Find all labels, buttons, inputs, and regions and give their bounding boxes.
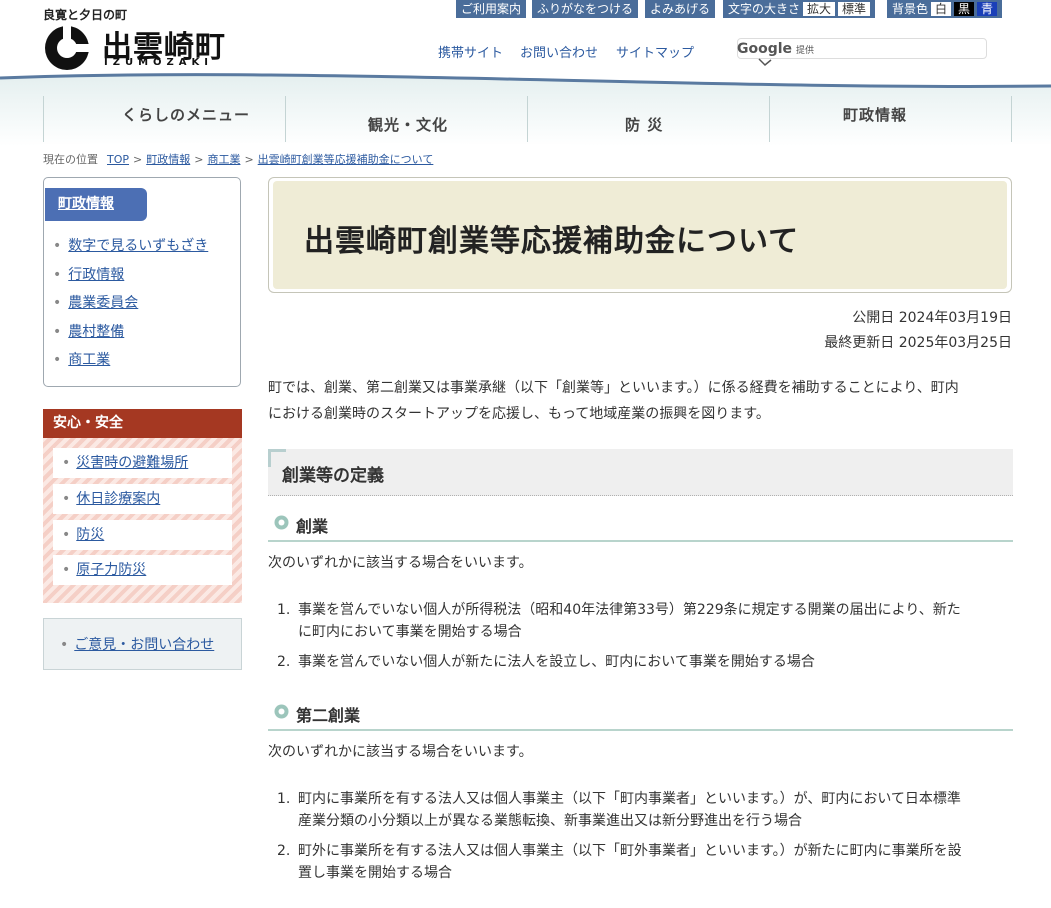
bg-color-control: 背景色白黒青 [887,0,1003,18]
sidebar-safety-heading: 安心・安全 [43,409,242,438]
town-logo-icon[interactable] [43,24,93,72]
circle-bullet-icon [274,515,289,530]
list-number: 2. [277,654,291,670]
list-text: 事業を営んでいない個人が新たに法人を設立し、町内において事業を開始する場合 [298,654,815,670]
sidebar-item-administration-info[interactable]: 行政情報 [68,267,124,283]
breadcrumb-separator: > [133,153,143,166]
intro-paragraph: 町では、創業、第二創業又は事業承継（以下「創業等」といいます。）に係る経費を補助… [268,375,1013,427]
intro-line: における創業時のスタートアップを応援し、もって地域産業の振興を図ります。 [268,406,770,422]
list-item: 2. 町外に事業所を有する法人又は個人事業主（以下「町外事業者」といいます。）が… [277,840,1013,884]
nav-divider [285,96,286,142]
nav-divider [769,96,770,142]
startup-lead: 次のいずれかに該当する場合をいいます。 [268,555,533,571]
guide-button[interactable]: ご利用案内 [456,0,527,18]
sidebar-item-agriculture-committee[interactable]: 農業委員会 [68,295,138,311]
nav-divider [1011,96,1012,142]
sidebar-item-commerce[interactable]: 商工業 [68,352,110,368]
search-provider-suffix: 提供 [796,46,815,56]
updated-date: 最終更新日 2025年03月25日 [824,335,1012,351]
sidebar-item: 防災 [53,520,232,550]
subheading-underline [268,701,1013,731]
font-size-large-button[interactable]: 拡大 [803,2,836,16]
list-text: 町外に事業所を有する法人又は個人事業主（以下「町外事業者」といいます。）が新たに… [298,843,962,859]
sidebar-item: 災害時の避難場所 [53,448,232,478]
furigana-button[interactable]: ふりがなをつける [532,0,639,18]
sidebar-item: 行政情報 [53,264,208,293]
sidebar-item-disaster-prevention[interactable]: 防災 [76,527,104,543]
sidebar-item: 原子力防災 [53,555,232,585]
sidebar-admin-heading[interactable]: 町政情報 [45,188,147,221]
list-number: 1. [277,791,291,807]
breadcrumb-label: 現在の位置 [43,153,98,166]
breadcrumb-commerce[interactable]: 商工業 [207,153,240,166]
list-number: 1. [277,602,291,618]
nav-living-menu[interactable]: くらしのメニュー [122,104,250,125]
section-heading: 創業等の定義 [282,466,384,486]
sidebar-item-evacuation-sites[interactable]: 災害時の避難場所 [76,455,188,471]
bg-black-button[interactable]: 黒 [954,2,975,16]
read-aloud-button[interactable]: よみあげる [645,0,716,18]
list-text: 町内に事業所を有する法人又は個人事業主（以下「町内事業者」といいます。）が、町内… [298,791,961,807]
font-size-control: 文字の大きさ 拡大 標準 [723,0,876,18]
mobile-site-link[interactable]: 携帯サイト [438,42,503,61]
sidebar-item-statistics[interactable]: 数字で見るいずもざき [68,238,208,254]
sidebar-admin-list: 数字で見るいずもざき 行政情報 農業委員会 農村整備 商工業 [53,235,208,378]
nav-disaster-prevention[interactable]: 防 災 [625,114,663,135]
bg-white-button[interactable]: 白 [931,2,952,16]
subheading-startup: 創業 [296,517,329,536]
sidebar-item-nuclear-prevention[interactable]: 原子力防災 [76,562,146,578]
sidebar-item: 農村整備 [53,321,208,350]
breadcrumb: 現在の位置 TOP > 町政情報 > 商工業 > 出雲崎町創業等応援補助金について [43,151,435,167]
sitemap-link[interactable]: サイトマップ [616,42,694,61]
nav-divider [527,96,528,142]
list-item: 1. 事業を営んでいない個人が所得税法（昭和40年法律第33号）第229条に規定… [277,599,1013,643]
published-date: 公開日 2024年03月19日 [852,310,1012,326]
contact-link[interactable]: お問い合わせ [520,42,598,61]
sidebar-contact-link[interactable]: ご意見・お問い合わせ [74,637,214,653]
circle-bullet-icon [274,704,289,719]
search-provider: Google [737,41,793,57]
list-text: 事業を営んでいない個人が所得税法（昭和40年法律第33号）第229条に規定する開… [298,602,961,618]
subheading-second-startup: 第二創業 [296,706,361,725]
page-title: 出雲崎町創業等応援補助金について [304,224,800,259]
list-text: 置し事業を開始する場合 [298,865,452,881]
breadcrumb-current[interactable]: 出雲崎町創業等応援補助金について [258,153,434,166]
second-startup-lead: 次のいずれかに該当する場合をいいます。 [268,744,533,760]
font-size-standard-button[interactable]: 標準 [838,2,871,16]
nav-town-administration[interactable]: 町政情報 [843,104,907,125]
font-size-label: 文字の大きさ [728,2,801,16]
breadcrumb-top[interactable]: TOP [107,153,129,166]
sidebar-item: 農業委員会 [53,292,208,321]
search-provider-label: Google 提供 [737,41,814,57]
sidebar-item-holiday-clinic[interactable]: 休日診療案内 [76,491,160,507]
intro-line: 町では、創業、第二創業又は事業承継（以下「創業等」といいます。）に係る経費を補助… [268,380,959,396]
sidebar-contact-item: ご意見・お問い合わせ [60,634,214,654]
sidebar-item: 数字で見るいずもざき [53,235,208,264]
sidebar-item-rural-development[interactable]: 農村整備 [68,324,124,340]
sidebar-item: 休日診療案内 [53,484,232,514]
list-item: 1. 町内に事業所を有する法人又は個人事業主（以下「町内事業者」といいます。）が… [277,788,1013,832]
nav-tourism-culture[interactable]: 観光・文化 [368,114,448,135]
list-text: に町内において事業を開始する場合 [298,624,522,640]
list-number: 2. [277,843,291,859]
breadcrumb-administration[interactable]: 町政情報 [146,153,190,166]
breadcrumb-separator: > [194,153,204,166]
nav-divider [43,96,44,142]
list-item: 2. 事業を営んでいない個人が新たに法人を設立し、町内において事業を開始する場合 [277,651,1013,673]
sidebar-item: 商工業 [53,349,208,378]
bg-blue-button[interactable]: 青 [977,2,998,16]
subheading-underline [268,512,1013,542]
site-tagline: 良寛と夕日の町 [43,8,128,22]
bg-color-label: 背景色 [892,2,929,16]
breadcrumb-separator: > [244,153,254,166]
list-text: 産業分類の小分類以上が異なる業態転換、新事業進出又は新分野進出を行う場合 [298,813,802,829]
